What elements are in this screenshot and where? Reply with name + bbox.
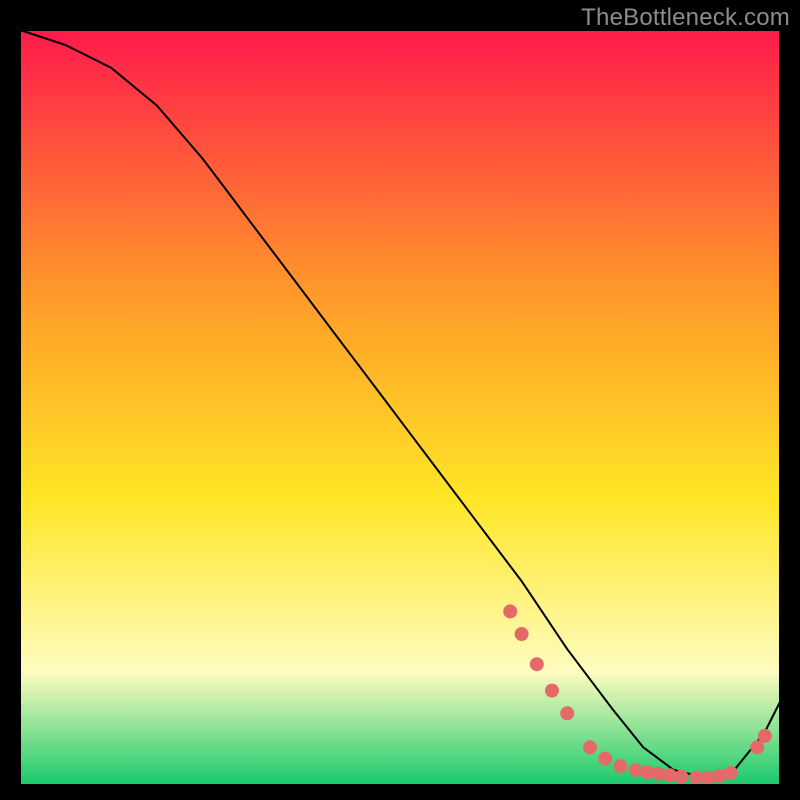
highlight-dot <box>530 657 544 671</box>
highlight-dot <box>583 740 597 754</box>
bottleneck-chart <box>0 0 800 800</box>
highlight-dot <box>613 759 627 773</box>
watermark-text: TheBottleneck.com <box>581 4 790 32</box>
highlight-dot <box>758 729 772 743</box>
highlight-dot <box>560 706 574 720</box>
highlight-dot <box>545 684 559 698</box>
highlight-dot <box>750 740 764 754</box>
highlight-dot <box>598 752 612 766</box>
highlight-dot <box>503 604 517 618</box>
highlight-dot <box>724 766 738 780</box>
chart-stage: TheBottleneck.com <box>0 0 800 800</box>
highlight-dot <box>674 770 688 784</box>
highlight-dot <box>515 627 529 641</box>
gradient-background <box>20 30 780 785</box>
